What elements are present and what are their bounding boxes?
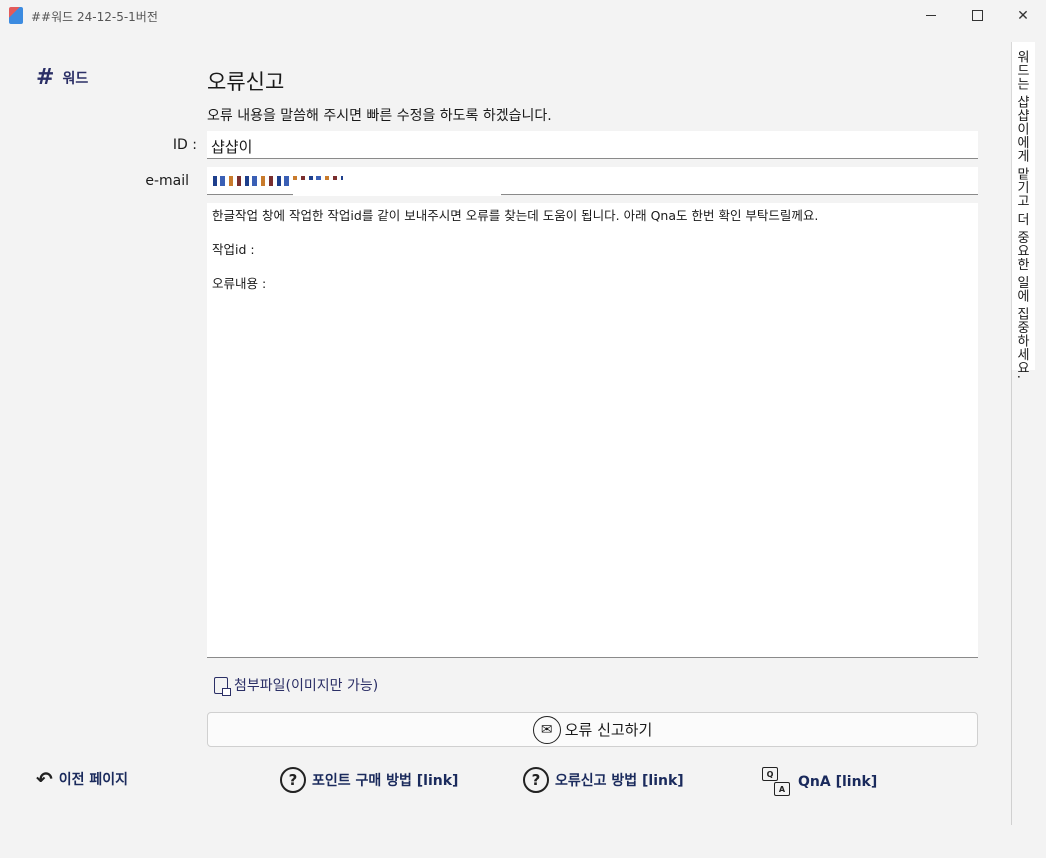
attach-file-label: 첨부파일(이미지만 가능) xyxy=(234,678,379,694)
qna-icon-q: Q xyxy=(762,767,778,781)
minimize-icon xyxy=(926,15,936,16)
page-title: 오류신고 xyxy=(207,70,285,94)
message-textarea[interactable]: 한글작업 창에 작업한 작업id를 같이 보내주시면 오류를 찾는데 도움이 됩… xyxy=(207,203,978,658)
question-icon: ? xyxy=(280,767,306,793)
back-arrow-icon: ↶ xyxy=(36,767,53,791)
point-purchase-label: 포인트 구매 방법 [link] xyxy=(312,773,459,789)
maximize-icon xyxy=(971,10,983,21)
side-panel-text: 워드는 샵샵이에게 맡기고 더 중요한 일에 집중하세요. xyxy=(1014,50,1029,380)
submit-label: 오류 신고하기 xyxy=(564,721,653,739)
submit-report-button[interactable]: ✉ 오류 신고하기 xyxy=(207,712,978,747)
hash-icon: # xyxy=(36,65,55,90)
back-link-label: 이전 페이지 xyxy=(58,772,129,788)
qna-label: QnA [link] xyxy=(798,774,878,790)
logo: # 워드 xyxy=(36,67,88,89)
email-field-overlay xyxy=(293,180,501,196)
point-purchase-link[interactable]: ? 포인트 구매 방법 [link] xyxy=(280,767,458,793)
mail-icon: ✉ xyxy=(532,715,561,744)
error-guide-link[interactable]: ? 오류신고 방법 [link] xyxy=(523,767,684,793)
app-icon xyxy=(9,7,23,24)
minimize-button[interactable] xyxy=(908,0,954,31)
side-divider xyxy=(1011,370,1012,825)
page-subtitle: 오류 내용을 말씀해 주시면 빠른 수정을 하도록 하겠습니다. xyxy=(207,108,552,124)
attach-file-button[interactable]: 첨부파일(이미지만 가능) xyxy=(214,675,379,696)
maximize-button[interactable] xyxy=(954,0,1000,31)
qna-link[interactable]: Q A QnA [link] xyxy=(762,767,877,797)
id-field[interactable]: 샵샵이 xyxy=(207,131,978,159)
close-icon: ✕ xyxy=(1017,7,1029,24)
question-icon: ? xyxy=(523,767,549,793)
message-line: 오류내용 : xyxy=(212,276,267,291)
logo-label: 워드 xyxy=(62,71,89,87)
message-line: 작업id : xyxy=(212,242,255,257)
email-label: e-mail xyxy=(145,173,189,189)
window-title: ##워드 24-12-5-1버전 xyxy=(31,10,158,24)
message-line: 한글작업 창에 작업한 작업id를 같이 보내주시면 오류를 찾는데 도움이 됩… xyxy=(212,208,819,223)
qna-icon-a: A xyxy=(774,782,790,796)
qna-icon: Q A xyxy=(762,767,792,797)
back-link[interactable]: ↶ 이전 페이지 xyxy=(36,767,128,791)
title-bar: ##워드 24-12-5-1버전 ✕ xyxy=(0,0,1046,31)
attachment-icon xyxy=(214,676,231,696)
close-button[interactable]: ✕ xyxy=(1000,0,1046,31)
id-label: ID : xyxy=(172,137,197,153)
error-guide-label: 오류신고 방법 [link] xyxy=(555,773,684,789)
